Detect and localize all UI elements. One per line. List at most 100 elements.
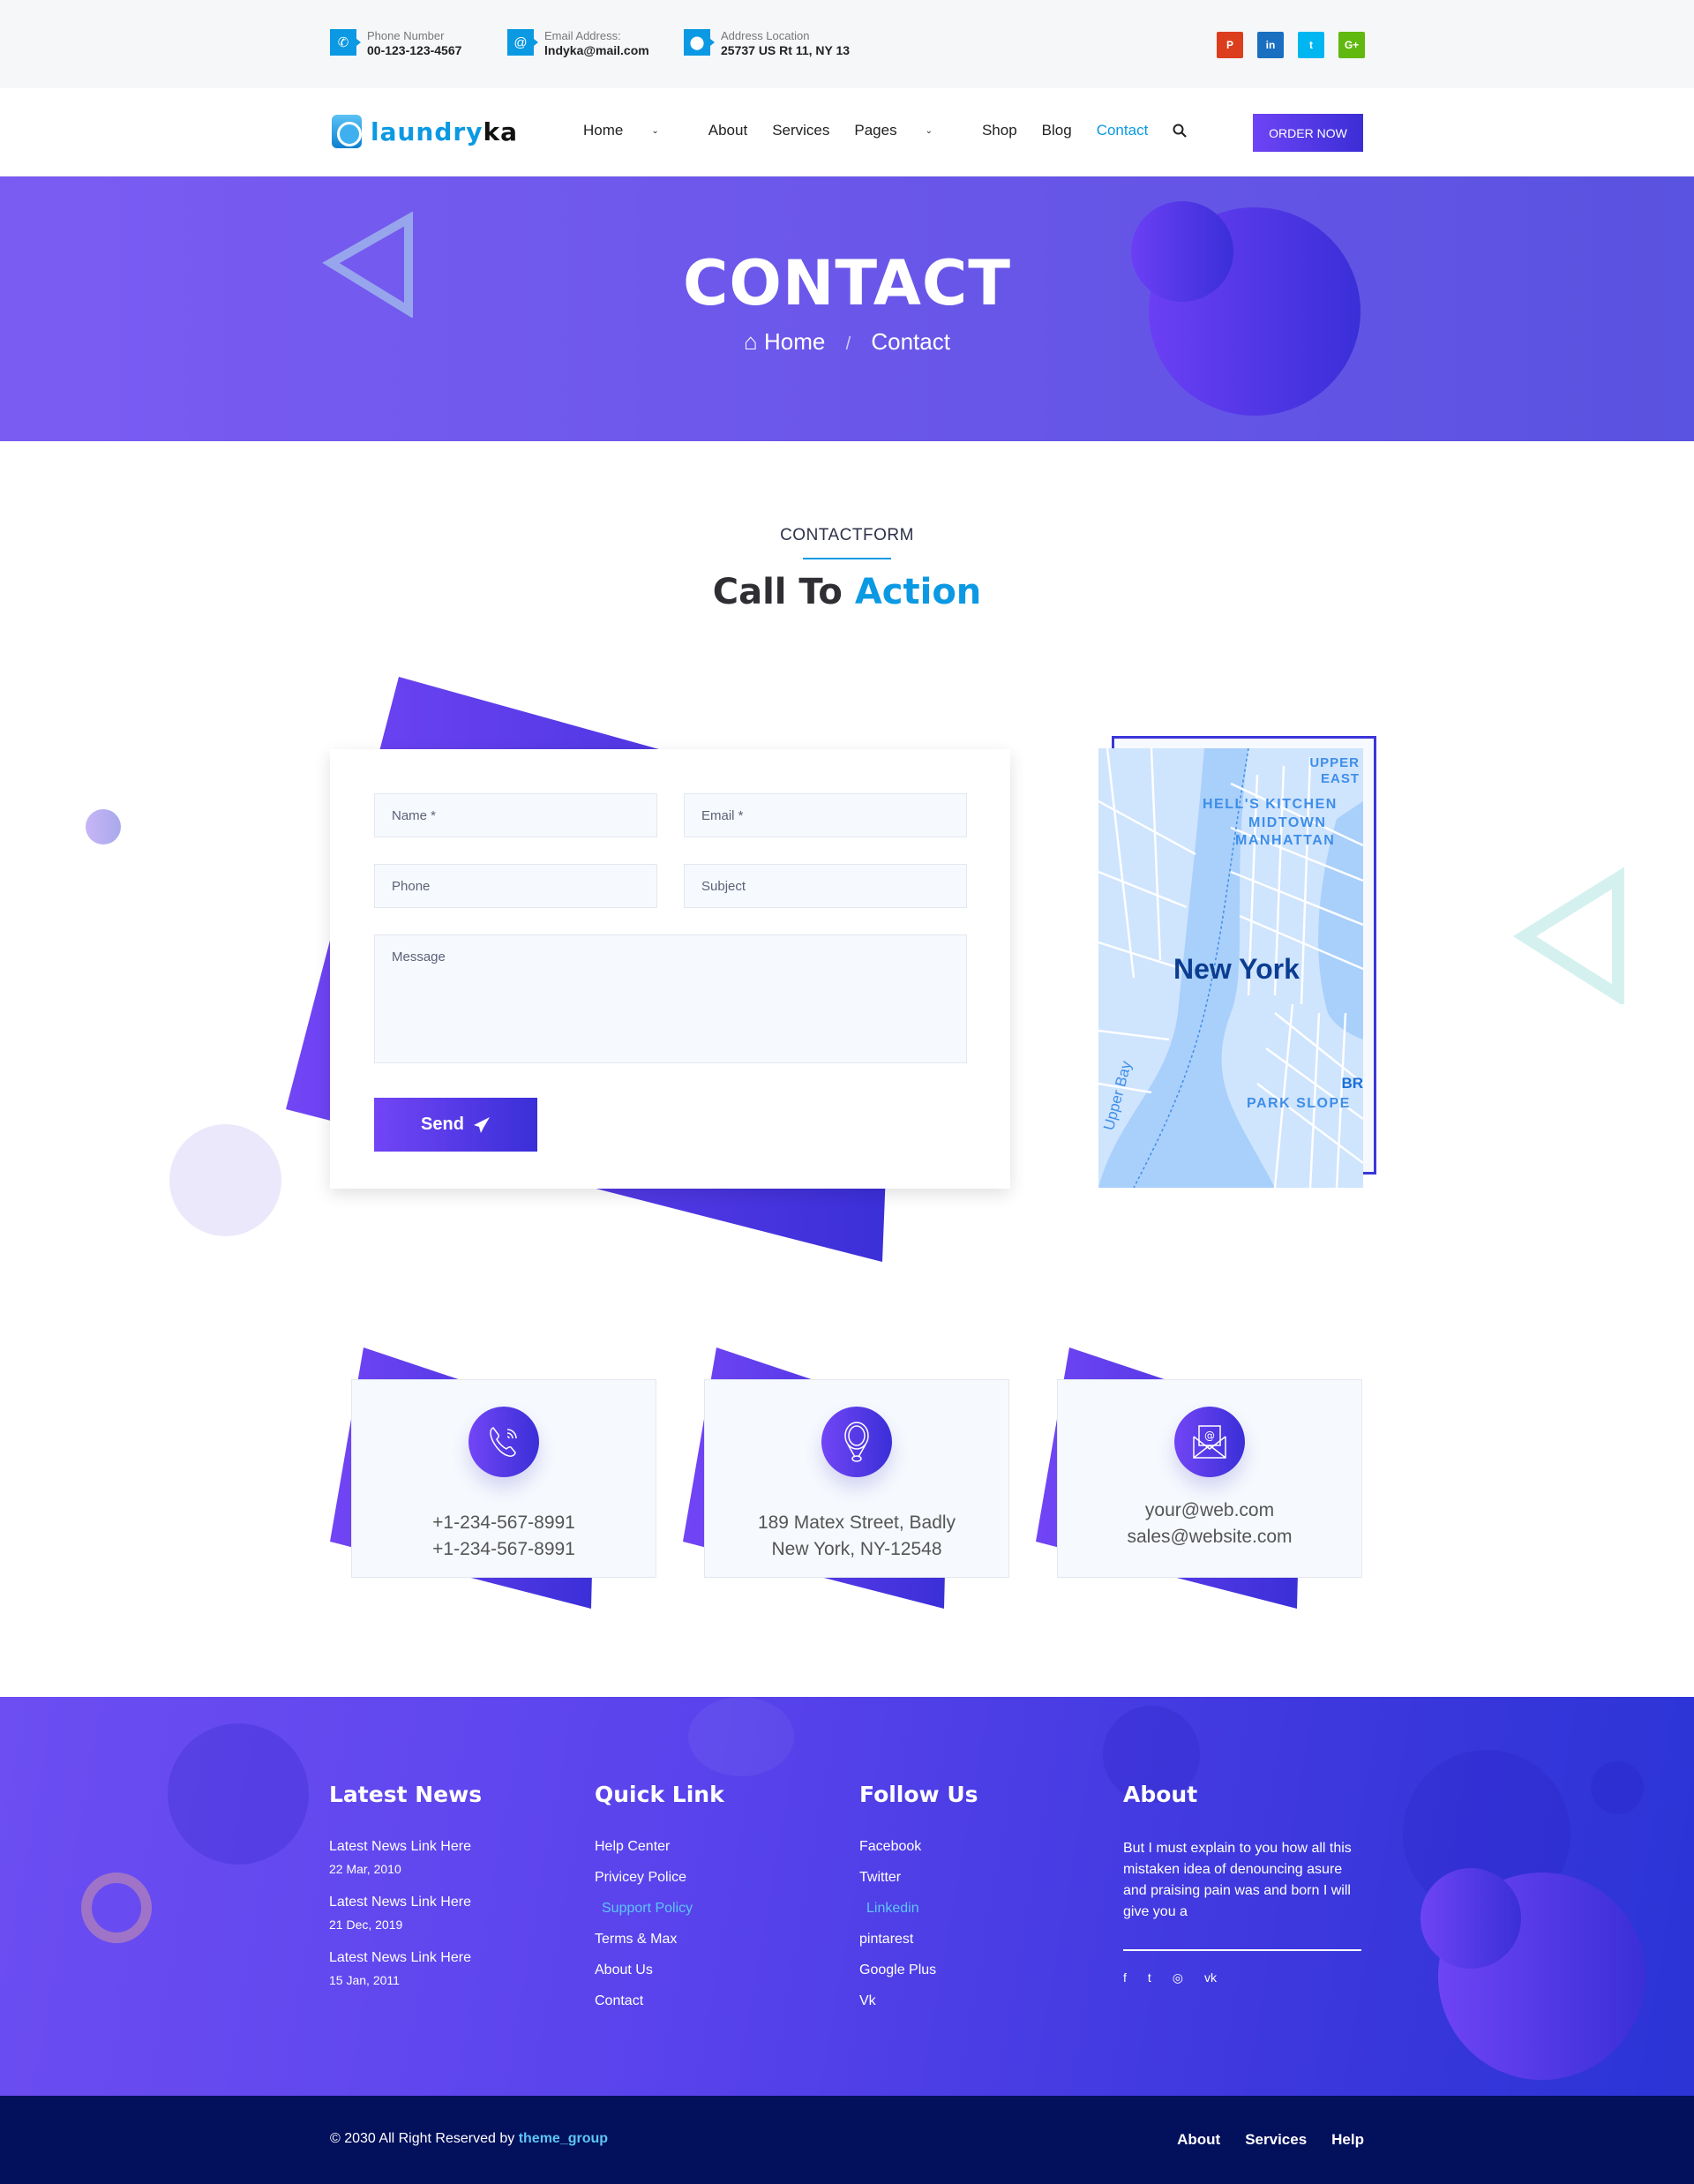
section-kicker: CONTACTFORM [780, 526, 914, 544]
news-link[interactable]: Latest News Link Here [329, 1949, 482, 1967]
follow-link-pinterest[interactable]: pintarest [859, 1931, 978, 1948]
vk-icon[interactable]: vk [1204, 1970, 1217, 1985]
email-input[interactable] [684, 793, 967, 837]
follow-link-twitter[interactable]: Twitter [859, 1869, 978, 1887]
top-info-bar: ✆ Phone Number 00-123-123-4567 @ Email A… [0, 0, 1694, 88]
triangle-outline-decoration [1512, 867, 1624, 1004]
phone-info: ✆ Phone Number 00-123-123-4567 [330, 29, 461, 58]
info-line[interactable]: +1-234-567-8991 [352, 1536, 656, 1563]
divider [1123, 1949, 1361, 1951]
logo-text-a: laundry [371, 116, 483, 146]
phone-value[interactable]: 00-123-123-4567 [367, 42, 461, 58]
quick-link-privacy[interactable]: Privicey Police [595, 1869, 724, 1887]
twitter-icon[interactable]: t [1148, 1970, 1151, 1985]
copyright-text: © 2030 All Right Reserved by [330, 2131, 515, 2146]
logo-text-b: ka [483, 116, 518, 146]
instagram-icon[interactable]: ◎ [1173, 1970, 1183, 1985]
breadcrumb-home[interactable]: Home [764, 328, 825, 355]
name-input[interactable] [374, 793, 657, 837]
quick-link-help-center[interactable]: Help Center [595, 1838, 724, 1856]
quick-link-support-policy[interactable]: Support Policy [595, 1900, 724, 1918]
location-map[interactable]: UPPER EAST HELL'S KITCHEN MIDTOWN MANHATT… [1098, 748, 1363, 1188]
quick-link-contact[interactable]: Contact [595, 1993, 724, 2010]
footer-quick-links: Quick Link Help Center Privicey Police S… [595, 1782, 724, 2023]
follow-link-vk[interactable]: Vk [859, 1993, 978, 2010]
info-line[interactable]: your@web.com [1058, 1497, 1361, 1524]
nav-item-contact[interactable]: Contact [1097, 122, 1149, 139]
map-label: MANHATTAN [1235, 833, 1336, 848]
email-label: Email Address: [544, 29, 621, 42]
section-title: Call To Action [0, 572, 1694, 612]
map-label: BR [1341, 1075, 1363, 1092]
nav-label: Pages [854, 122, 897, 139]
bottom-link-about[interactable]: About [1177, 2131, 1220, 2149]
map-label: EAST [1320, 771, 1360, 786]
washing-machine-logo-icon [332, 115, 362, 148]
google-plus-icon[interactable]: G+ [1338, 32, 1365, 58]
nav-label: Home [583, 122, 624, 139]
circle-decoration [169, 1124, 281, 1236]
footer-heading: Quick Link [595, 1782, 724, 1807]
info-line: New York, NY-12548 [771, 1539, 942, 1559]
follow-link-google-plus[interactable]: Google Plus [859, 1962, 978, 1979]
news-date: 15 Jan, 2011 [329, 1973, 400, 1987]
order-now-button[interactable]: ORDER NOW [1253, 114, 1363, 152]
info-line[interactable]: +1-234-567-8991 [352, 1510, 656, 1536]
phone-input[interactable] [374, 864, 657, 908]
bottom-bar: © 2030 All Right Reserved by theme_group… [0, 2096, 1694, 2184]
email-value[interactable]: lndyka@mail.com [544, 42, 649, 58]
message-textarea[interactable] [374, 934, 967, 1063]
quick-link-about-us[interactable]: About Us [595, 1962, 724, 1979]
map-pin-icon: ⬤ [684, 29, 715, 56]
address-value: 25737 US Rt 11, NY 13 [721, 43, 851, 57]
address-label: Address Location [721, 29, 810, 42]
about-text: But I must explain to you how all this m… [1123, 1841, 1352, 1919]
footer-social-icons: f t ◎ vk [1123, 1970, 1361, 1985]
copyright-brand-link[interactable]: theme_group [519, 2131, 608, 2146]
quick-link-terms[interactable]: Terms & Max [595, 1931, 724, 1948]
ring-decoration [81, 1873, 152, 1943]
page-hero-banner: CONTACT ⌂ Home / Contact [0, 176, 1694, 441]
at-icon: @ [507, 29, 538, 56]
follow-link-facebook[interactable]: Facebook [859, 1838, 978, 1856]
bottom-links: About Services Help [1177, 2131, 1364, 2149]
footer-about: About But I must explain to you how all … [1123, 1782, 1361, 1985]
twitter-icon[interactable]: t [1298, 32, 1324, 58]
news-date: 21 Dec, 2019 [329, 1918, 403, 1932]
envelope-icon: @ [1174, 1407, 1245, 1477]
nav-item-blog[interactable]: Blog [1042, 122, 1072, 139]
home-icon: ⌂ [744, 328, 758, 355]
circle-decoration [86, 809, 121, 844]
nav-item-shop[interactable]: Shop [982, 122, 1017, 139]
footer-news: Latest News Latest News Link Here 22 Mar… [329, 1782, 482, 2005]
map-city-label: New York [1173, 953, 1300, 985]
search-icon[interactable] [1173, 122, 1188, 139]
bottom-link-services[interactable]: Services [1245, 2131, 1307, 2149]
copyright: © 2030 All Right Reserved by theme_group [330, 2131, 608, 2147]
map-label: PARK SLOPE [1247, 1096, 1351, 1111]
nav-item-home[interactable]: Home ⌄ [583, 122, 684, 139]
nav-item-about[interactable]: About [708, 122, 747, 139]
footer-heading: About [1123, 1782, 1198, 1807]
bubble-decoration [1591, 1761, 1644, 1814]
address-info: ⬤ Address Location 25737 US Rt 11, NY 13 [684, 29, 850, 58]
logo[interactable]: laundryka [332, 115, 518, 148]
paper-plane-icon [473, 1116, 490, 1133]
pinterest-icon[interactable]: P [1217, 32, 1243, 58]
facebook-icon[interactable]: f [1123, 1970, 1127, 1985]
nav-item-pages[interactable]: Pages ⌄ [854, 122, 957, 139]
info-line[interactable]: sales@website.com [1058, 1524, 1361, 1550]
subject-input[interactable] [684, 864, 967, 908]
news-link[interactable]: Latest News Link Here [329, 1894, 482, 1911]
follow-link-linkedin[interactable]: Linkedin [859, 1900, 978, 1918]
section-divider [803, 558, 891, 559]
chevron-down-icon: ⌄ [651, 125, 659, 136]
nav-item-services[interactable]: Services [772, 122, 829, 139]
send-button[interactable]: Send [374, 1098, 537, 1152]
linkedin-icon[interactable]: in [1257, 32, 1284, 58]
news-link[interactable]: Latest News Link Here [329, 1838, 482, 1856]
breadcrumb-current: Contact [871, 328, 950, 355]
bottom-link-help[interactable]: Help [1331, 2131, 1364, 2149]
circle-decoration [1420, 1868, 1521, 1969]
phone-call-icon [468, 1407, 539, 1477]
